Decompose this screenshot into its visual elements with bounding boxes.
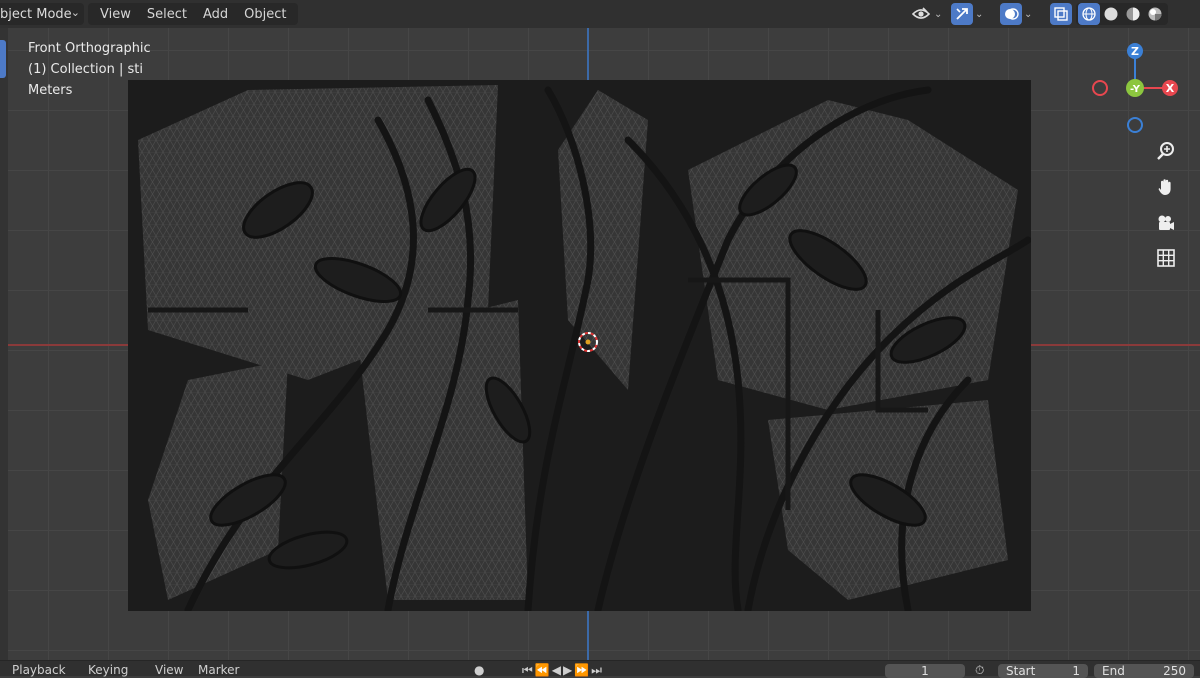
start-frame-field[interactable]: Start 1 [998, 664, 1088, 678]
pan-hand-icon[interactable] [1151, 172, 1181, 202]
header-menu: View Select Add Object [88, 3, 299, 25]
collection-info: (1) Collection | sti [28, 62, 143, 77]
3d-viewport[interactable]: Front Orthographic (1) Collection | sti … [0, 28, 1200, 660]
grid-view-icon[interactable] [1151, 243, 1181, 273]
visibility-dropdown[interactable]: ⌄ [910, 3, 942, 25]
gizmo-x-label: X [1166, 82, 1175, 95]
rendered-shading-icon[interactable] [1144, 3, 1166, 25]
chevron-down-icon: ⌄ [1024, 8, 1033, 20]
wireframe-shading-icon[interactable] [1078, 3, 1100, 25]
end-frame-field[interactable]: End 250 [1094, 664, 1194, 678]
overlays-icon [1000, 3, 1022, 25]
active-tool-indicator [0, 40, 6, 78]
end-label: End [1102, 664, 1125, 678]
zoom-icon[interactable] [1151, 136, 1181, 166]
view-name: Front Orthographic [28, 41, 151, 56]
timeline-header: Playback Keying View Marker ● ⏮⏪◀▶⏩⏭ 1 ⏱… [0, 660, 1200, 678]
xray-toggle[interactable] [1050, 3, 1072, 25]
menu-object[interactable]: Object [236, 7, 294, 22]
menu-add[interactable]: Add [195, 7, 236, 22]
shading-modes [1076, 3, 1168, 25]
menu-select[interactable]: Select [139, 7, 195, 22]
material-shading-icon[interactable] [1122, 3, 1144, 25]
end-value: 250 [1163, 664, 1186, 678]
overlays-dropdown[interactable]: ⌄ [1000, 3, 1032, 25]
chevron-down-icon: ⌄ [975, 8, 984, 20]
current-frame-field[interactable]: 1 [885, 664, 965, 678]
viewport-header: bject Mode ⌄ View Select Add Object ⌄ ⌄ … [0, 0, 1200, 28]
clock-icon[interactable]: ⏱ [975, 663, 984, 678]
camera-icon[interactable] [1151, 208, 1181, 238]
3d-cursor-icon[interactable] [577, 331, 599, 353]
gizmo-z-label: Z [1131, 45, 1139, 58]
toolbar-edge[interactable] [0, 28, 8, 660]
chevron-down-icon: ⌄ [934, 8, 943, 20]
transform-gizmo-icon [951, 3, 973, 25]
solid-shading-icon[interactable] [1100, 3, 1122, 25]
chevron-down-icon: ⌄ [70, 6, 80, 19]
menu-view[interactable]: View [92, 7, 139, 22]
visibility-icon [910, 3, 932, 25]
object-mode-dropdown[interactable]: bject Mode ⌄ [0, 3, 84, 25]
gizmo-y-label: -Y [1130, 84, 1141, 95]
playback-controls-icon[interactable]: ⏮⏪◀▶⏩⏭ [522, 663, 604, 678]
xray-icon [1050, 3, 1072, 25]
start-value: 1 [1072, 664, 1080, 678]
gizmo-dropdown[interactable]: ⌄ [951, 3, 983, 25]
object-mode-label: bject Mode [0, 6, 72, 22]
navigation-gizmo[interactable]: Z X -Y [1090, 40, 1182, 136]
start-label: Start [1006, 664, 1036, 678]
